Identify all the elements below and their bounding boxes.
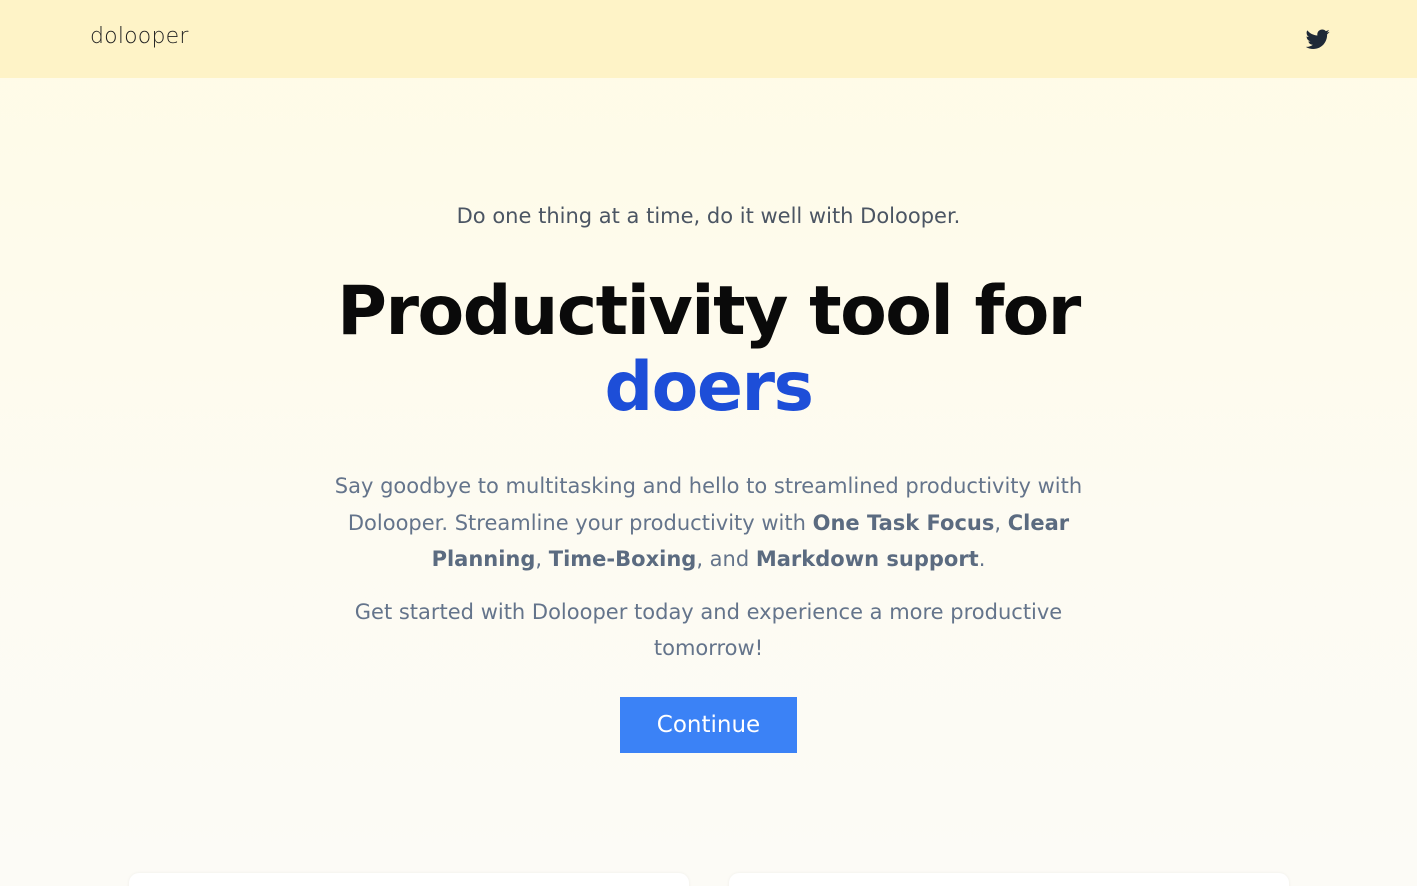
page-title: Productivity tool for doers [0,274,1417,426]
top-header: dolooper [0,0,1417,78]
feature-markdown-support: Markdown support [755,547,979,571]
headline-accent: doers [604,348,814,427]
feature-time-boxing: Time-Boxing [548,547,697,571]
separator: , [535,547,549,571]
hero-description: Say goodbye to multitasking and hello to… [300,468,1117,578]
separator: , [994,510,1008,535]
tagline: Do one thing at a time, do it well with … [456,204,961,228]
separator: , and [696,547,756,571]
cta-text: Get started with Dolooper today and expe… [354,600,1063,660]
feature-card [129,873,689,886]
feature-card [729,873,1289,886]
description-end: . [978,547,986,571]
twitter-icon [1306,29,1330,49]
headline-main: Productivity tool for [337,272,1081,351]
feature-one-task-focus: One Task Focus [812,510,995,535]
twitter-link[interactable] [1306,27,1332,51]
logo-link[interactable]: dolooper [90,24,189,49]
continue-button[interactable]: Continue [620,697,797,753]
